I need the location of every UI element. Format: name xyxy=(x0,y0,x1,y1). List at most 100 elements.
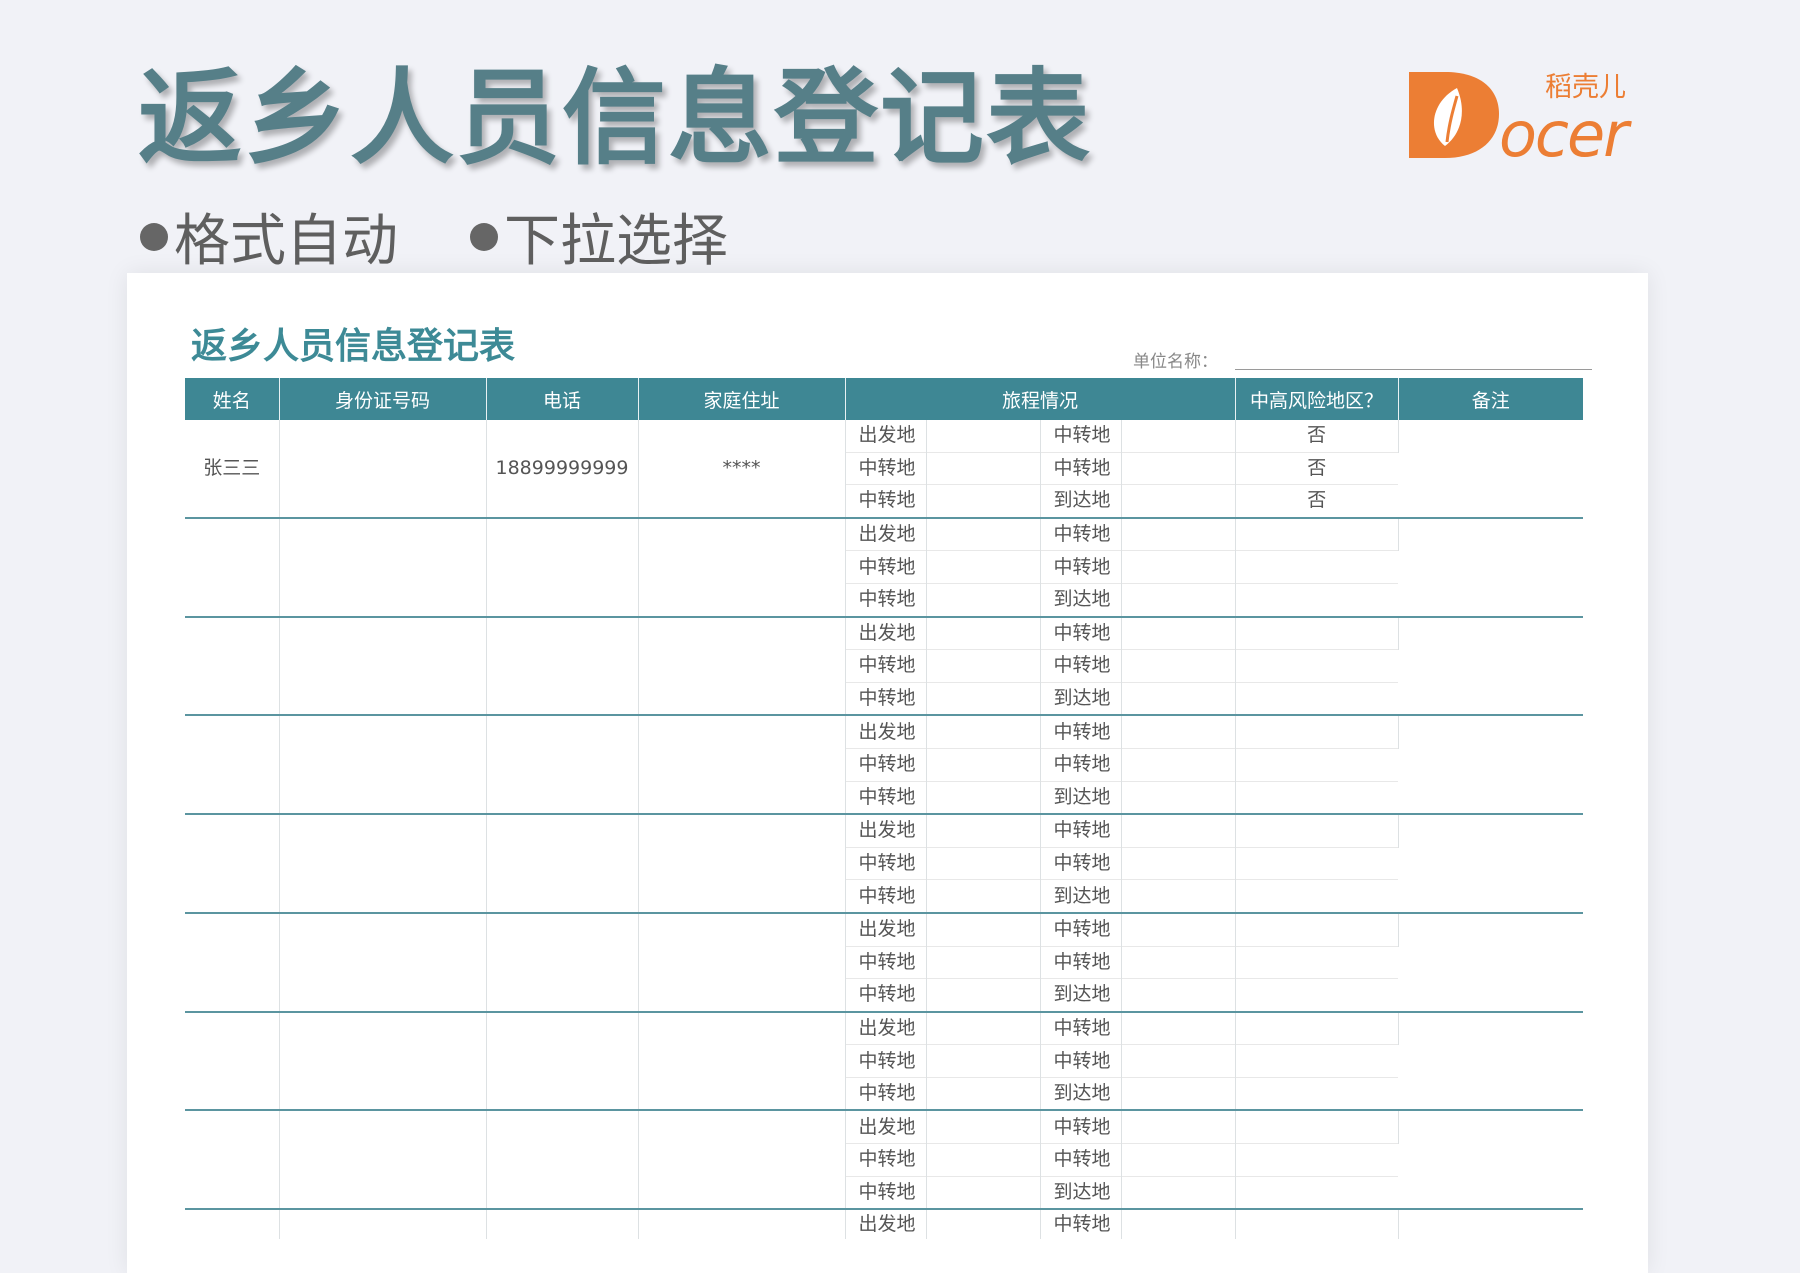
address-cell[interactable] xyxy=(638,813,846,913)
id-number-cell[interactable] xyxy=(279,911,487,1012)
risk-area-select[interactable] xyxy=(1235,978,1398,1012)
note-cell[interactable] xyxy=(1398,911,1583,1012)
itinerary-from-value[interactable] xyxy=(926,714,1041,749)
itinerary-from-value[interactable] xyxy=(926,550,1041,584)
risk-area-select[interactable] xyxy=(1235,747,1398,782)
itinerary-to-value[interactable] xyxy=(1121,747,1236,782)
itinerary-to-value[interactable] xyxy=(1121,1143,1236,1177)
itinerary-from-value[interactable] xyxy=(926,879,1041,913)
itinerary-to-value[interactable] xyxy=(1121,681,1236,716)
name-cell[interactable] xyxy=(185,615,280,716)
address-cell[interactable] xyxy=(638,516,846,617)
itinerary-to-value[interactable] xyxy=(1121,1076,1236,1111)
name-cell[interactable] xyxy=(185,1208,280,1240)
itinerary-to-value[interactable] xyxy=(1121,978,1236,1012)
id-number-cell[interactable] xyxy=(279,1208,487,1240)
note-cell[interactable] xyxy=(1398,516,1583,617)
id-number-cell[interactable] xyxy=(279,420,487,518)
note-cell[interactable] xyxy=(1398,1109,1583,1210)
name-cell[interactable] xyxy=(185,1109,280,1210)
itinerary-from-value[interactable] xyxy=(926,1208,1041,1240)
itinerary-to-value[interactable] xyxy=(1121,516,1236,551)
risk-area-select[interactable]: 否 xyxy=(1235,484,1398,518)
itinerary-to-value[interactable] xyxy=(1121,1010,1236,1045)
address-cell[interactable] xyxy=(638,1010,846,1111)
itinerary-from-value[interactable] xyxy=(926,846,1041,880)
note-cell[interactable] xyxy=(1398,615,1583,716)
name-cell[interactable]: 张三三 xyxy=(185,420,280,518)
risk-area-select[interactable] xyxy=(1235,846,1398,880)
risk-area-select[interactable] xyxy=(1235,945,1398,979)
phone-cell[interactable] xyxy=(486,1208,639,1240)
address-cell[interactable] xyxy=(638,1109,846,1210)
risk-area-select[interactable]: 否 xyxy=(1235,420,1399,453)
phone-cell[interactable] xyxy=(486,813,639,913)
itinerary-from-value[interactable] xyxy=(926,1109,1041,1144)
itinerary-to-value[interactable] xyxy=(1121,550,1236,584)
itinerary-from-value[interactable] xyxy=(926,451,1041,485)
note-cell[interactable] xyxy=(1398,1010,1583,1111)
phone-cell[interactable] xyxy=(486,1010,639,1111)
name-cell[interactable] xyxy=(185,1010,280,1111)
risk-area-select[interactable]: 否 xyxy=(1235,451,1398,485)
itinerary-to-value[interactable] xyxy=(1121,582,1236,617)
itinerary-from-value[interactable] xyxy=(926,1010,1041,1045)
risk-area-select[interactable] xyxy=(1235,1175,1398,1210)
itinerary-from-value[interactable] xyxy=(926,516,1041,551)
id-number-cell[interactable] xyxy=(279,1109,487,1210)
risk-area-select[interactable] xyxy=(1235,1208,1399,1240)
itinerary-to-value[interactable] xyxy=(1121,846,1236,880)
itinerary-to-value[interactable] xyxy=(1121,780,1236,815)
risk-area-select[interactable] xyxy=(1235,1109,1399,1144)
itinerary-from-value[interactable] xyxy=(926,681,1041,716)
itinerary-to-value[interactable] xyxy=(1121,649,1236,683)
name-cell[interactable] xyxy=(185,714,280,815)
id-number-cell[interactable] xyxy=(279,1010,487,1111)
name-cell[interactable] xyxy=(185,516,280,617)
itinerary-from-value[interactable] xyxy=(926,780,1041,815)
itinerary-to-value[interactable] xyxy=(1121,1175,1236,1210)
risk-area-select[interactable] xyxy=(1235,615,1399,650)
itinerary-to-value[interactable] xyxy=(1121,1109,1236,1144)
itinerary-from-value[interactable] xyxy=(926,945,1041,979)
itinerary-to-value[interactable] xyxy=(1121,813,1236,848)
risk-area-select[interactable] xyxy=(1235,582,1398,617)
address-cell[interactable]: **** xyxy=(638,420,846,518)
risk-area-select[interactable] xyxy=(1235,911,1399,946)
itinerary-from-value[interactable] xyxy=(926,813,1041,848)
phone-cell[interactable] xyxy=(486,615,639,716)
unit-name-input[interactable] xyxy=(1235,369,1592,370)
risk-area-select[interactable] xyxy=(1235,516,1399,551)
risk-area-select[interactable] xyxy=(1235,1010,1399,1045)
address-cell[interactable] xyxy=(638,615,846,716)
note-cell[interactable] xyxy=(1398,813,1583,913)
itinerary-from-value[interactable] xyxy=(926,978,1041,1012)
itinerary-from-value[interactable] xyxy=(926,1143,1041,1177)
itinerary-to-value[interactable] xyxy=(1121,451,1236,485)
address-cell[interactable] xyxy=(638,911,846,1012)
itinerary-from-value[interactable] xyxy=(926,1044,1041,1078)
phone-cell[interactable] xyxy=(486,516,639,617)
itinerary-from-value[interactable] xyxy=(926,484,1041,518)
itinerary-from-value[interactable] xyxy=(926,911,1041,946)
phone-cell[interactable] xyxy=(486,714,639,815)
id-number-cell[interactable] xyxy=(279,615,487,716)
risk-area-select[interactable] xyxy=(1235,550,1398,584)
itinerary-to-value[interactable] xyxy=(1121,714,1236,749)
note-cell[interactable] xyxy=(1398,420,1583,518)
id-number-cell[interactable] xyxy=(279,813,487,913)
itinerary-to-value[interactable] xyxy=(1121,615,1236,650)
itinerary-from-value[interactable] xyxy=(926,615,1041,650)
itinerary-from-value[interactable] xyxy=(926,1175,1041,1210)
phone-cell[interactable]: 18899999999 xyxy=(486,420,639,518)
phone-cell[interactable] xyxy=(486,911,639,1012)
id-number-cell[interactable] xyxy=(279,516,487,617)
phone-cell[interactable] xyxy=(486,1109,639,1210)
address-cell[interactable] xyxy=(638,714,846,815)
risk-area-select[interactable] xyxy=(1235,1076,1398,1111)
itinerary-from-value[interactable] xyxy=(926,1076,1041,1111)
name-cell[interactable] xyxy=(185,813,280,913)
itinerary-from-value[interactable] xyxy=(926,747,1041,782)
note-cell[interactable] xyxy=(1398,714,1583,815)
itinerary-to-value[interactable] xyxy=(1121,1208,1236,1240)
